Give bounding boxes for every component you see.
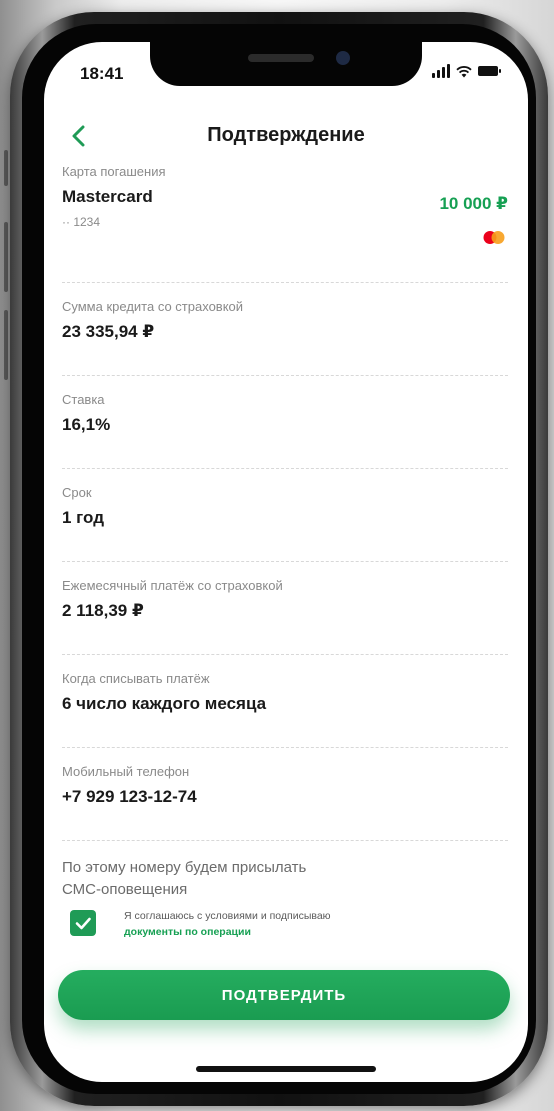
field-label: Ежемесячный платёж со страховкой (62, 578, 283, 593)
documents-link[interactable]: документы по операции (124, 924, 331, 940)
divider (62, 747, 508, 748)
status-icons (432, 64, 501, 78)
mastercard-icon (483, 231, 505, 244)
loan-amount-field: Сумма кредита со страховкой 23 335,94 ₽ (62, 299, 508, 361)
front-camera (336, 51, 350, 65)
repayment-card: Карта погашения Mastercard ·· 1234 10 00… (62, 164, 508, 268)
wifi-icon (456, 66, 472, 78)
agreement-checkbox[interactable] (70, 910, 96, 936)
volume-down-button (4, 310, 8, 380)
field-label: Когда списывать платёж (62, 671, 210, 686)
divider (62, 375, 508, 376)
sms-note: По этому номеру будем присылать СМС-опов… (62, 857, 508, 901)
payment-date-field: Когда списывать платёж 6 число каждого м… (62, 671, 508, 733)
monthly-payment-field: Ежемесячный платёж со страховкой 2 118,3… (62, 578, 508, 640)
field-value: 23 335,94 ₽ (62, 322, 155, 341)
field-value: 16,1% (62, 415, 111, 434)
divider (62, 468, 508, 469)
divider (62, 282, 508, 283)
notch (150, 42, 422, 86)
rate-field: Ставка 16,1% (62, 392, 508, 454)
divider (62, 840, 508, 841)
battery-icon (478, 66, 501, 76)
field-label: Ставка (62, 392, 105, 407)
page-title: Подтверждение (207, 124, 365, 146)
silent-switch (4, 150, 8, 186)
speaker (248, 54, 314, 62)
field-value: 1 год (62, 508, 104, 527)
agreement-label: Я соглашаюсь с условиями и подписываю (124, 910, 331, 922)
confirm-button[interactable]: ПОДТВЕРДИТЬ (58, 970, 510, 1020)
field-value: 6 число каждого месяца (62, 694, 267, 713)
signal-icon (432, 64, 450, 78)
status-time: 18:41 (80, 64, 124, 83)
field-label: Мобильный телефон (62, 764, 190, 779)
confirmation-details: Карта погашения Mastercard ·· 1234 10 00… (62, 164, 508, 901)
card-number: ·· 1234 (62, 215, 101, 229)
nav-bar: Подтверждение (44, 114, 528, 158)
card-label: Карта погашения (62, 164, 166, 179)
field-label: Сумма кредита со страховкой (62, 299, 244, 314)
divider (62, 561, 508, 562)
sms-note-line: СМС-оповещения (62, 881, 188, 898)
divider (62, 654, 508, 655)
agreement: Я соглашаюсь с условиями и подписываю до… (62, 904, 508, 944)
app-screen: 18:41 Подтверждение Карта погашения Mast… (44, 42, 528, 1082)
card-balance: 10 000 ₽ (439, 194, 508, 213)
field-label: Срок (62, 485, 92, 500)
field-value: +7 929 123-12-74 (62, 787, 197, 806)
phone-field: Мобильный телефон +7 929 123-12-74 (62, 764, 508, 826)
field-value: 2 118,39 ₽ (62, 601, 144, 620)
volume-up-button (4, 222, 8, 292)
sms-note-line: По этому номеру будем присылать (62, 859, 307, 876)
term-field: Срок 1 год (62, 485, 508, 547)
agreement-text: Я соглашаюсь с условиями и подписываю до… (124, 908, 331, 940)
home-indicator (196, 1066, 376, 1072)
checkmark-icon (75, 917, 91, 930)
